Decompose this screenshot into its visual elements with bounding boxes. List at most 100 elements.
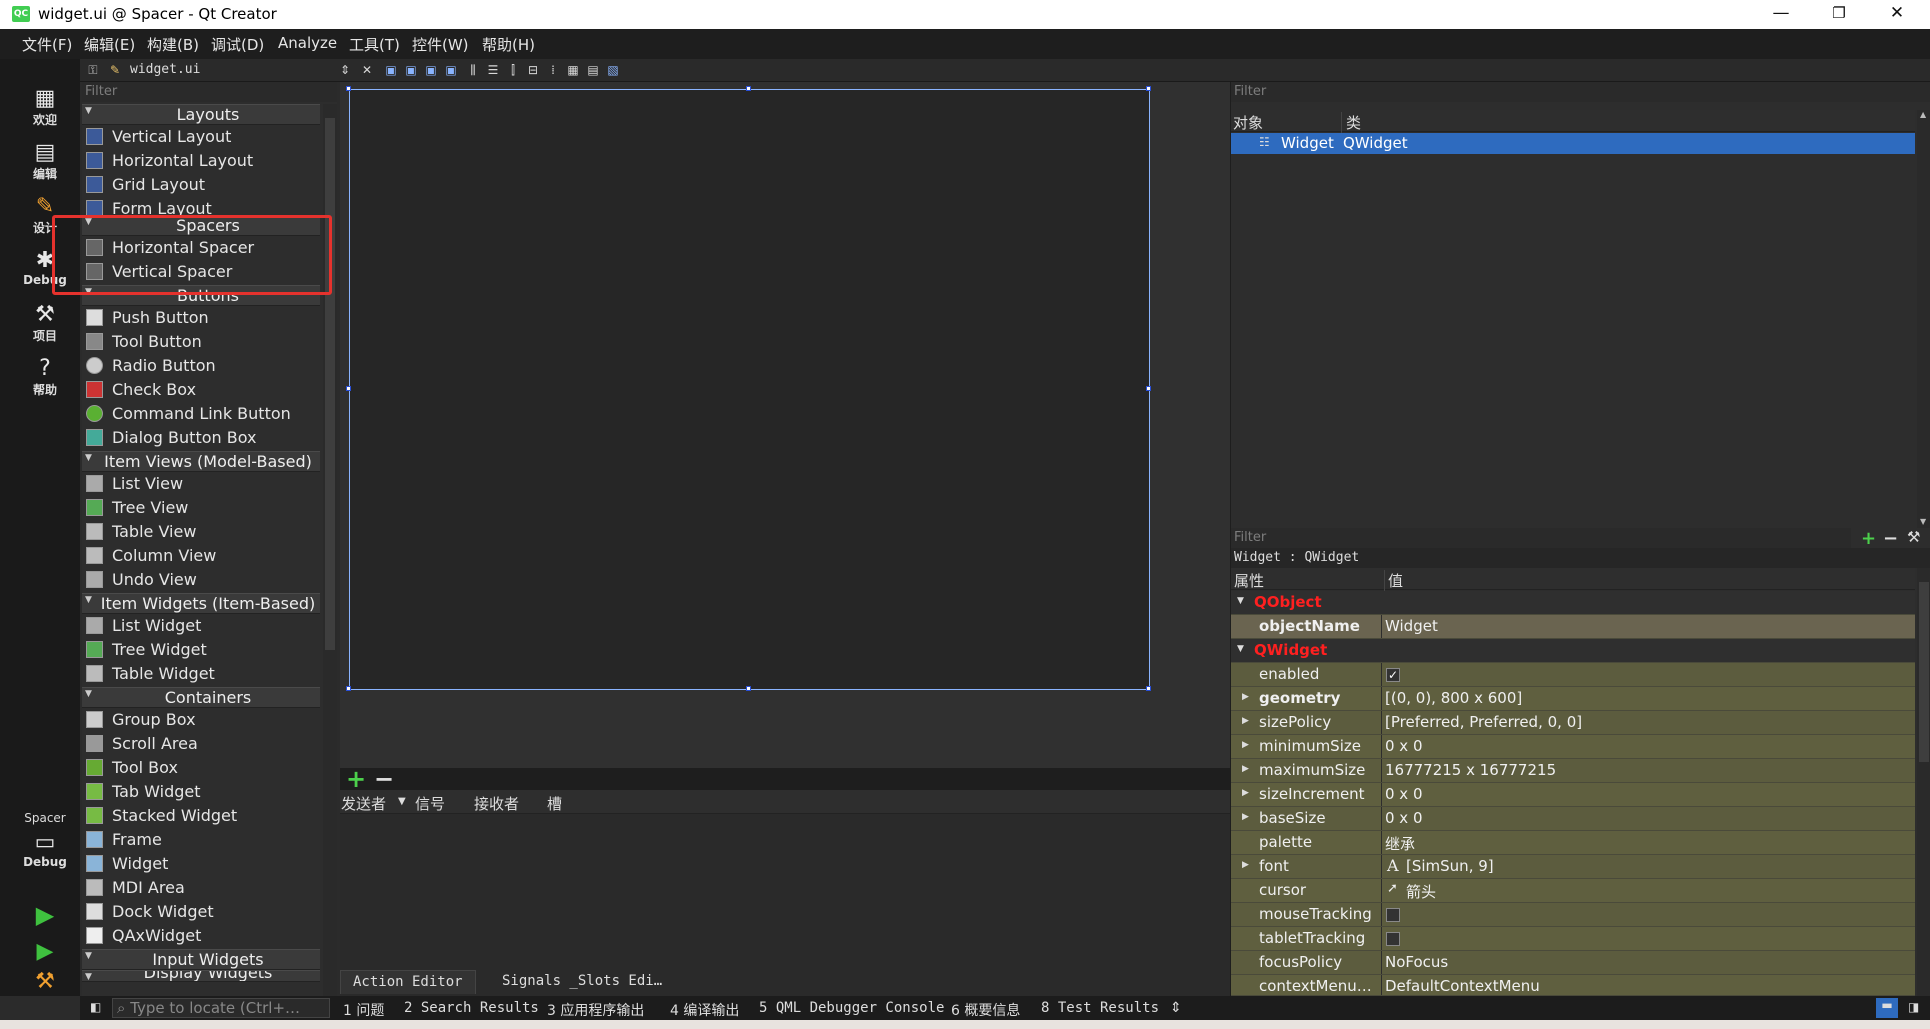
category-item-views[interactable]: ▼ Item Views (Model-Based) xyxy=(82,451,320,472)
close-button[interactable]: ✕ xyxy=(1868,0,1926,29)
widget-item[interactable]: Radio Button xyxy=(82,354,320,378)
menu-tools[interactable]: 工具(T) xyxy=(349,34,400,55)
expand-arrow-icon[interactable]: ▶ xyxy=(1242,764,1249,774)
debug-run-button[interactable]: ▶ xyxy=(10,939,80,964)
property-row[interactable]: ▶ maximumSize 16777215 x 16777215 xyxy=(1231,759,1915,783)
widget-item[interactable]: Tool Box xyxy=(82,756,320,780)
widget-item[interactable]: Dialog Button Box xyxy=(82,426,320,450)
locator-input[interactable]: ⌕ Type to locate (Ctrl+… xyxy=(112,998,330,1018)
mode-help[interactable]: ? 帮助 xyxy=(10,357,80,398)
restore-button[interactable]: ❐ xyxy=(1810,0,1868,29)
widget-item[interactable]: Push Button xyxy=(82,306,320,330)
property-value[interactable]: [SimSun, 9] xyxy=(1406,857,1494,875)
property-editor-scrollbar[interactable] xyxy=(1917,568,1930,996)
edit-tab-order-icon[interactable]: ▣ xyxy=(444,63,458,77)
build-button[interactable]: ⚒ xyxy=(10,969,80,994)
add-dynamic-property-icon[interactable]: + xyxy=(1861,528,1876,549)
category-layouts[interactable]: ▼ Layouts xyxy=(82,104,320,125)
widget-item[interactable]: Scroll Area xyxy=(82,732,320,756)
header-signal[interactable]: 信号 xyxy=(415,793,445,814)
property-row[interactable]: ▶ sizePolicy [Preferred, Preferred, 0, 0] xyxy=(1231,711,1915,735)
header-sender[interactable]: 发送者 xyxy=(341,793,386,814)
widget-item[interactable]: Tab Widget xyxy=(82,780,320,804)
pane-general-messages[interactable]: 6 概要信息 xyxy=(951,1000,1020,1020)
header-receiver[interactable]: 接收者 xyxy=(474,793,519,814)
widget-item[interactable]: Tool Button xyxy=(82,330,320,354)
configure-wrench-icon[interactable]: ⚒ xyxy=(1907,528,1920,546)
widget-item[interactable]: List Widget xyxy=(82,614,320,638)
property-value[interactable]: 继承 xyxy=(1385,833,1415,854)
widget-item[interactable]: Dock Widget xyxy=(82,900,320,924)
expand-arrow-icon[interactable]: ▶ xyxy=(1242,716,1249,726)
pane-qml-debugger-console[interactable]: 5 QML Debugger Console xyxy=(759,1000,944,1016)
toggle-right-sidebar-icon[interactable]: ◨ xyxy=(1908,1000,1919,1014)
header-value[interactable]: 值 xyxy=(1384,570,1403,591)
pane-search-results[interactable]: 2 Search Results xyxy=(404,1000,539,1016)
property-value[interactable]: Widget xyxy=(1385,617,1438,635)
widget-item[interactable]: Group Box xyxy=(82,708,320,732)
output-pane-toggle-icon[interactable]: ▬ xyxy=(1876,998,1898,1018)
property-row[interactable]: ▶ baseSize 0 x 0 xyxy=(1231,807,1915,831)
layout-horizontal-icon[interactable]: ⫼ xyxy=(466,63,480,77)
widget-item[interactable]: Tree View xyxy=(82,496,320,520)
pane-test-results[interactable]: 8 Test Results xyxy=(1041,1000,1159,1016)
resize-handle[interactable] xyxy=(1146,86,1151,91)
expand-arrow-icon[interactable]: ▶ xyxy=(1242,740,1249,750)
property-value[interactable]: 0 x 0 xyxy=(1385,737,1423,755)
signal-slot-list[interactable] xyxy=(340,814,1230,966)
widget-item[interactable]: Vertical Layout xyxy=(82,125,320,149)
object-inspector-scrollbar[interactable]: ▲ ▼ xyxy=(1917,110,1930,528)
widget-item[interactable]: Form Layout xyxy=(82,197,320,215)
open-file-name[interactable]: widget.ui xyxy=(130,62,200,77)
mode-edit[interactable]: ▤ 编辑 xyxy=(10,141,80,182)
menu-edit[interactable]: 编辑(E) xyxy=(84,34,135,55)
menu-help[interactable]: 帮助(H) xyxy=(482,34,535,55)
widget-item[interactable]: Table Widget xyxy=(82,662,320,686)
widget-item[interactable]: Horizontal Layout xyxy=(82,149,320,173)
tab-signals-slots-editor[interactable]: Signals _Slots Edi… xyxy=(490,970,674,994)
property-row[interactable]: ▶ sizeIncrement 0 x 0 xyxy=(1231,783,1915,807)
object-row-widget[interactable]: ☷ Widget QWidget xyxy=(1231,133,1915,154)
resize-handle[interactable] xyxy=(1146,386,1151,391)
property-value[interactable]: [Preferred, Preferred, 0, 0] xyxy=(1385,713,1582,731)
pane-compile-output[interactable]: 4 编译输出 xyxy=(670,1000,739,1020)
widget-item[interactable]: Grid Layout xyxy=(82,173,320,197)
remove-connection-icon[interactable]: − xyxy=(374,765,394,793)
layout-splitter-h-icon[interactable]: ⫿ xyxy=(506,63,520,77)
resize-handle[interactable] xyxy=(746,686,751,691)
form-widget[interactable] xyxy=(349,89,1150,690)
property-row[interactable]: palette 继承 xyxy=(1231,831,1915,855)
mode-projects[interactable]: ⚒ 项目 xyxy=(10,303,80,344)
widget-item[interactable]: Tree Widget xyxy=(82,638,320,662)
header-slot[interactable]: 槽 xyxy=(547,793,562,814)
menu-widgets[interactable]: 控件(W) xyxy=(412,34,469,55)
category-containers[interactable]: ▼ Containers xyxy=(82,687,320,708)
group-qwidget[interactable]: ▼ QWidget xyxy=(1231,639,1915,663)
property-row[interactable]: ▶ minimumSize 0 x 0 xyxy=(1231,735,1915,759)
run-button[interactable]: ▶ xyxy=(10,901,80,929)
header-property[interactable]: 属性 xyxy=(1234,570,1264,591)
menu-file[interactable]: 文件(F) xyxy=(22,34,72,55)
header-object[interactable]: 对象 xyxy=(1233,112,1263,133)
property-row[interactable]: ▶ font A [SimSun, 9] xyxy=(1231,855,1915,879)
category-item-widgets[interactable]: ▼ Item Widgets (Item-Based) xyxy=(82,593,320,614)
property-value[interactable]: 16777215 x 16777215 xyxy=(1385,761,1556,779)
menu-analyze[interactable]: Analyze xyxy=(278,34,337,52)
scrollbar-thumb[interactable] xyxy=(1919,582,1929,762)
enabled-checkbox[interactable]: ✓ xyxy=(1386,668,1400,682)
widget-item[interactable]: Command Link Button xyxy=(82,402,320,426)
object-filter-input[interactable]: Filter xyxy=(1231,82,1930,102)
minimize-button[interactable]: — xyxy=(1752,0,1810,29)
group-qobject[interactable]: ▼ QObject xyxy=(1231,591,1915,615)
pane-application-output[interactable]: 3 应用程序输出 xyxy=(547,1000,644,1020)
property-row[interactable]: mouseTracking xyxy=(1231,903,1915,927)
resize-handle[interactable] xyxy=(346,686,351,691)
adjust-size-icon[interactable]: ▧ xyxy=(606,63,620,77)
widget-item[interactable]: Frame xyxy=(82,828,320,852)
close-file-icon[interactable]: ✕ xyxy=(360,63,374,77)
property-row[interactable]: cursor ➚ 箭头 xyxy=(1231,879,1915,903)
layout-form-icon[interactable]: ⁞ xyxy=(546,63,560,77)
widget-item[interactable]: Table View xyxy=(82,520,320,544)
header-class[interactable]: 类 xyxy=(1341,112,1361,133)
edit-signals-icon[interactable]: ▣ xyxy=(404,63,418,77)
